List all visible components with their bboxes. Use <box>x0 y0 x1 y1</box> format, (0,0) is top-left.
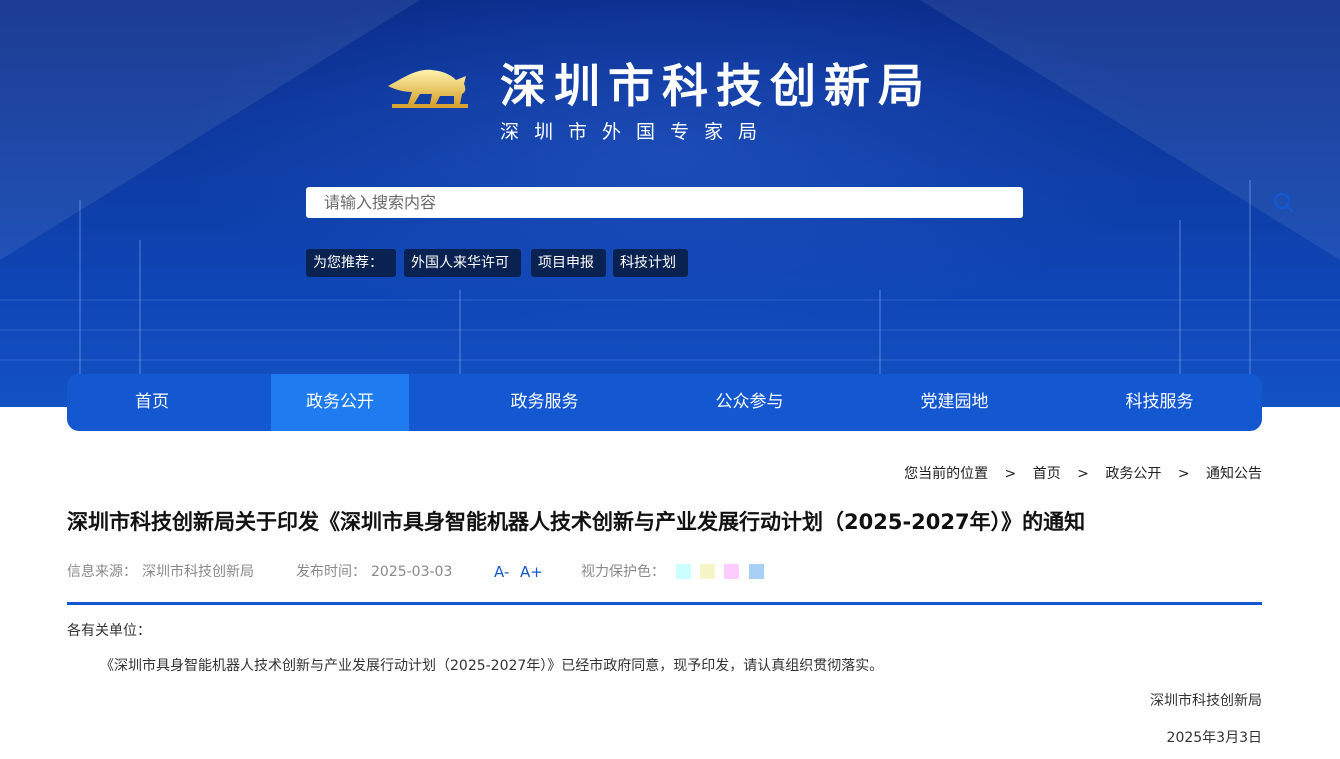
nav-item-gov-affairs[interactable]: 政务公开 <box>271 374 409 431</box>
font-larger-button[interactable]: A+ <box>520 562 543 582</box>
breadcrumb: 您当前的位置 > 首页 > 政务公开 > 通知公告 <box>904 463 1262 483</box>
eye-care-swatch-yellow[interactable] <box>700 564 715 579</box>
search-icon <box>1273 192 1294 213</box>
source-value: 深圳市科技创新局 <box>142 564 254 580</box>
recommend-label: 为您推荐： <box>306 249 396 277</box>
article-body: 《深圳市具身智能机器人技术创新与产业发展行动计划（2025-2027年）》已经市… <box>100 658 884 674</box>
breadcrumb-separator: > <box>1004 466 1017 482</box>
breadcrumb-prefix: 您当前的位置 <box>904 466 989 482</box>
title-divider <box>67 602 1262 605</box>
signature-date: 2025年3月3日 <box>1166 730 1262 746</box>
bull-logo-icon <box>388 69 468 108</box>
nav-item-tech-services[interactable]: 科技服务 <box>1092 374 1227 431</box>
header-banner: 深圳市科技创新局 深圳市外国专家局 为您推荐： 外国人来华许可 项目申报 科技计… <box>0 0 1340 407</box>
breadcrumb-notices[interactable]: 通知公告 <box>1206 463 1262 483</box>
article-salutation: 各有关单位： <box>67 623 151 639</box>
eye-care-swatch-pink[interactable] <box>724 564 739 579</box>
date-label: 发布时间： <box>296 564 366 580</box>
site-title: 深圳市科技创新局 <box>500 59 932 113</box>
nav-item-public-participation[interactable]: 公众参与 <box>682 374 817 431</box>
search-bar <box>306 187 1294 218</box>
breadcrumb-gov-affairs[interactable]: 政务公开 <box>1105 463 1161 483</box>
search-button[interactable] <box>1266 187 1306 218</box>
publish-date: 2025-03-03 <box>371 564 453 580</box>
breadcrumb-separator: > <box>1077 466 1089 482</box>
recommend-tag[interactable]: 科技计划 <box>613 249 688 277</box>
breadcrumb-home[interactable]: 首页 <box>1033 463 1061 483</box>
recommend-tag[interactable]: 项目申报 <box>531 249 606 277</box>
nav-item-gov-services[interactable]: 政务服务 <box>477 374 612 431</box>
site-subtitle: 深圳市外国专家局 <box>500 121 773 143</box>
recommend-tag[interactable]: 外国人来华许可 <box>404 249 521 277</box>
eye-care-swatch-cyan[interactable] <box>676 564 691 579</box>
eye-care-swatch-blue[interactable] <box>749 564 764 579</box>
source-label: 信息来源： <box>67 564 137 580</box>
font-smaller-button[interactable]: A- <box>494 562 509 582</box>
breadcrumb-separator: > <box>1177 466 1190 482</box>
site-logo[interactable]: 深圳市科技创新局 深圳市外国专家局 <box>386 58 946 148</box>
eye-care-label: 视力保护色： <box>581 564 665 580</box>
nav-item-home[interactable]: 首页 <box>67 374 237 431</box>
nav-item-party-building[interactable]: 党建园地 <box>887 374 1022 431</box>
main-nav: 首页 政务公开 政务服务 公众参与 党建园地 科技服务 <box>67 374 1262 431</box>
article-title: 深圳市科技创新局关于印发《深圳市具身智能机器人技术创新与产业发展行动计划（202… <box>67 510 1086 534</box>
search-input[interactable] <box>324 187 954 218</box>
signature-org: 深圳市科技创新局 <box>1150 693 1262 709</box>
